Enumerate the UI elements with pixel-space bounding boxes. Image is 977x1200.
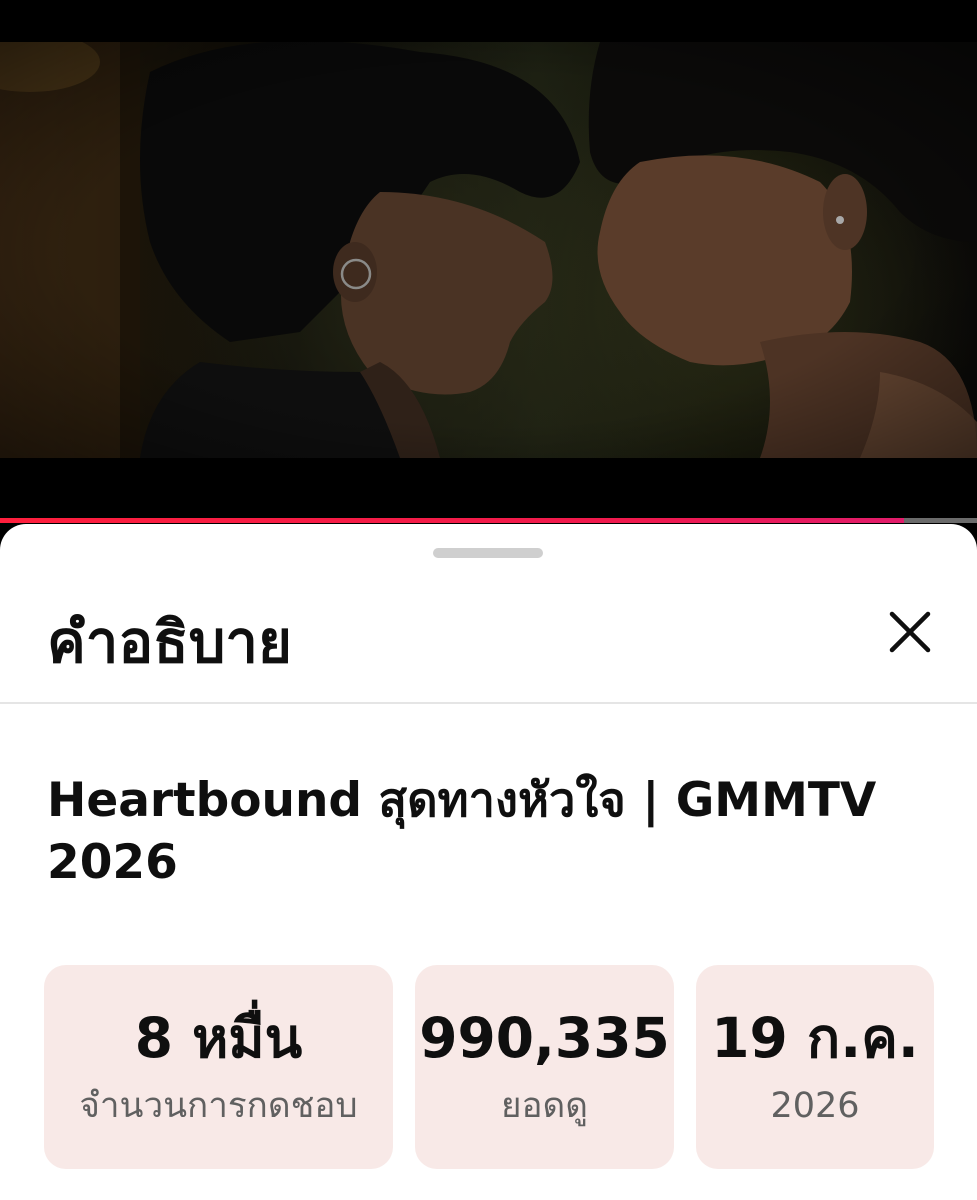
close-icon (889, 611, 931, 653)
video-title: Heartbound สุดทางหัวใจ | GMMTV 2026 (47, 773, 877, 890)
close-button[interactable] (882, 604, 938, 660)
publish-date: 19 ก.ค. (711, 1006, 919, 1070)
likes-count: 8 หมื่น (134, 1006, 303, 1070)
date-stat: 19 ก.ค. 2026 (696, 965, 934, 1169)
views-label: ยอดดู (501, 1086, 588, 1126)
stats-row: 8 หมื่น จำนวนการกดชอบ 990,335 ยอดดู 19 ก… (44, 965, 934, 1169)
likes-stat: 8 หมื่น จำนวนการกดชอบ (44, 965, 393, 1169)
drag-handle[interactable] (433, 548, 543, 558)
description-sheet: คำอธิบาย Heartbound สุดทางหัวใจ | GMMTV … (0, 524, 977, 1200)
video-still-image (0, 42, 977, 458)
publish-year: 2026 (770, 1086, 860, 1126)
app-root: คำอธิบาย Heartbound สุดทางหัวใจ | GMMTV … (0, 0, 977, 1200)
video-player[interactable] (0, 0, 977, 530)
views-count: 990,335 (419, 1006, 670, 1070)
video-frame[interactable] (0, 42, 977, 458)
progress-bar-fill (0, 518, 904, 523)
likes-label: จำนวนการกดชอบ (79, 1086, 358, 1126)
views-stat: 990,335 ยอดดู (415, 965, 674, 1169)
divider (0, 702, 977, 704)
sheet-title: คำอธิบาย (47, 608, 292, 676)
progress-bar[interactable] (0, 518, 977, 523)
